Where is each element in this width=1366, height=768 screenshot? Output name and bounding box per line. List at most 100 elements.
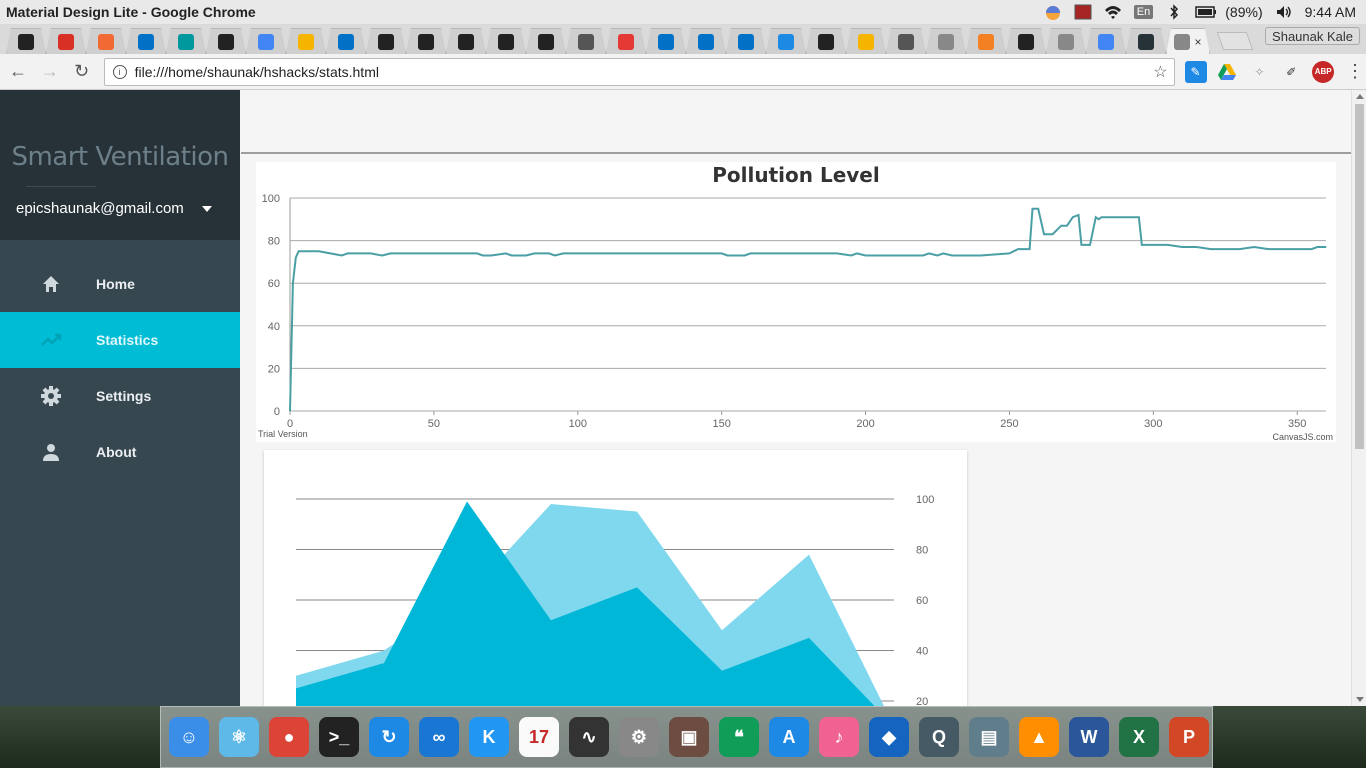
data-point[interactable]: [476, 252, 478, 254]
app-store-icon[interactable]: A: [769, 717, 809, 757]
bluetooth-icon[interactable]: [1165, 4, 1183, 20]
clock[interactable]: 9:44 AM: [1305, 4, 1356, 20]
data-point[interactable]: [951, 254, 953, 257]
browser-tab[interactable]: [486, 28, 526, 54]
browser-tab[interactable]: [166, 28, 206, 54]
data-point[interactable]: [292, 282, 294, 284]
powerpoint-icon[interactable]: P: [1169, 717, 1209, 757]
activity-monitor-icon[interactable]: ∿: [569, 717, 609, 757]
browser-tab[interactable]: [326, 28, 366, 54]
data-point[interactable]: [749, 252, 752, 254]
browser-tab[interactable]: [1086, 28, 1126, 54]
data-point[interactable]: [562, 252, 564, 254]
data-point[interactable]: [1138, 216, 1140, 218]
data-point[interactable]: [318, 250, 320, 252]
data-point[interactable]: [482, 254, 484, 257]
data-point[interactable]: [1239, 248, 1241, 250]
data-point[interactable]: [554, 254, 556, 257]
data-point[interactable]: [390, 252, 392, 254]
data-point[interactable]: [1095, 216, 1097, 218]
kodi-icon[interactable]: ◆: [869, 717, 909, 757]
data-point[interactable]: [525, 254, 527, 257]
nav-item-settings[interactable]: Settings: [0, 368, 240, 424]
forward-button[interactable]: →: [36, 58, 64, 86]
browser-tab[interactable]: [1046, 28, 1086, 54]
data-point[interactable]: [864, 254, 867, 257]
browser-tab[interactable]: [86, 28, 126, 54]
input-language-badge[interactable]: En: [1133, 5, 1154, 19]
canvasjs-credit[interactable]: CanvasJS.com: [1272, 432, 1333, 442]
data-point[interactable]: [505, 252, 507, 254]
data-point[interactable]: [577, 252, 579, 254]
data-point[interactable]: [1152, 244, 1154, 246]
data-point[interactable]: [721, 252, 723, 254]
data-point[interactable]: [381, 254, 383, 257]
bookmark-star-icon[interactable]: ☆: [1153, 62, 1167, 82]
data-point[interactable]: [856, 252, 858, 254]
data-point[interactable]: [1043, 233, 1045, 235]
data-point[interactable]: [1123, 216, 1126, 218]
extension-puzzle-icon[interactable]: ✧: [1248, 61, 1270, 83]
data-point[interactable]: [936, 254, 939, 257]
browser-tab[interactable]: [966, 28, 1006, 54]
data-point[interactable]: [490, 254, 493, 257]
scroll-thumb[interactable]: [1355, 104, 1364, 449]
data-point[interactable]: [1052, 233, 1054, 235]
data-point[interactable]: [1046, 233, 1048, 235]
browser-tab[interactable]: [126, 28, 166, 54]
browser-tab[interactable]: [726, 28, 766, 54]
reload-button[interactable]: ↻: [68, 58, 96, 86]
word-icon[interactable]: W: [1069, 717, 1109, 757]
browser-tab[interactable]: [366, 28, 406, 54]
browser-tab[interactable]: ×: [1166, 28, 1210, 54]
data-point[interactable]: [1195, 246, 1198, 248]
data-point[interactable]: [1086, 244, 1088, 246]
data-point[interactable]: [1066, 225, 1068, 227]
back-button[interactable]: ←: [4, 58, 32, 86]
system-prefs-icon[interactable]: ⚙: [619, 717, 659, 757]
data-point[interactable]: [1072, 216, 1074, 218]
data-point[interactable]: [534, 252, 536, 254]
scroll-up-arrow[interactable]: [1356, 94, 1364, 99]
data-point[interactable]: [346, 252, 349, 254]
data-point[interactable]: [1109, 216, 1111, 218]
data-point[interactable]: [1098, 218, 1100, 220]
browser-tab[interactable]: [286, 28, 326, 54]
atom-icon[interactable]: ⚛: [219, 717, 259, 757]
volume-icon[interactable]: [1275, 4, 1293, 20]
nav-item-about[interactable]: About: [0, 424, 240, 480]
browser-tab[interactable]: [646, 28, 686, 54]
record-icon[interactable]: [1074, 4, 1092, 20]
account-dropdown-icon[interactable]: [202, 206, 212, 212]
data-point[interactable]: [1181, 246, 1183, 248]
data-point[interactable]: [942, 252, 944, 254]
scroll-down-arrow[interactable]: [1356, 697, 1364, 702]
browser-tab[interactable]: [1126, 28, 1166, 54]
terminal-icon[interactable]: >_: [319, 717, 359, 757]
data-point[interactable]: [1144, 244, 1146, 246]
browser-tab[interactable]: [1006, 28, 1046, 54]
arduino-icon[interactable]: ∞: [419, 717, 459, 757]
data-point[interactable]: [295, 257, 297, 259]
info-icon[interactable]: i: [112, 64, 127, 79]
nav-item-statistics[interactable]: Statistics: [0, 312, 240, 368]
itunes-icon[interactable]: ♪: [819, 717, 859, 757]
data-point[interactable]: [1325, 246, 1327, 248]
close-tab-icon[interactable]: ×: [1194, 35, 1201, 49]
kde-connect-icon[interactable]: K: [469, 717, 509, 757]
data-point[interactable]: [965, 254, 967, 257]
data-point[interactable]: [548, 252, 550, 254]
data-point[interactable]: [1023, 248, 1025, 250]
adblock-icon[interactable]: ABP: [1312, 60, 1335, 83]
calendar-icon[interactable]: 17: [519, 717, 559, 757]
browser-tab[interactable]: [686, 28, 726, 54]
extension-pen-icon[interactable]: ✎: [1184, 60, 1207, 83]
browser-tab[interactable]: [806, 28, 846, 54]
data-point[interactable]: [341, 254, 343, 257]
data-point[interactable]: [1037, 208, 1039, 210]
new-tab-button[interactable]: [1216, 32, 1254, 50]
data-point[interactable]: [298, 250, 300, 252]
browser-tab[interactable]: [446, 28, 486, 54]
data-point[interactable]: [1100, 216, 1103, 218]
url-text[interactable]: file:///home/shaunak/hshacks/stats.html: [135, 64, 1154, 80]
